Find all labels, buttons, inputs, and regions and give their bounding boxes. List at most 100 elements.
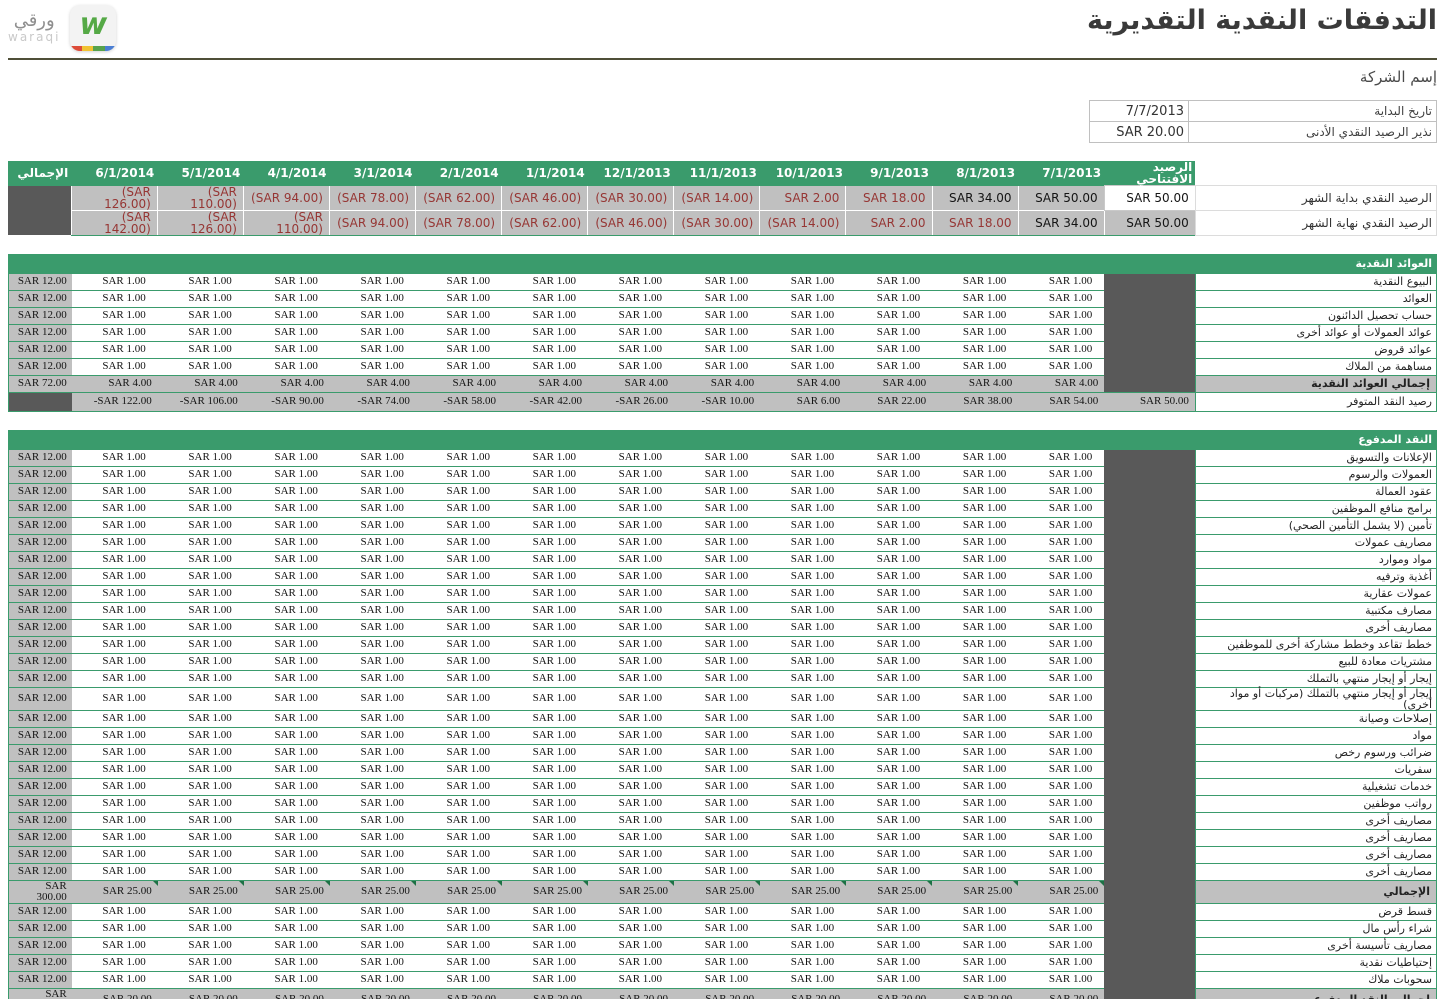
month-input-cell[interactable]: SAR 1.00 (588, 568, 674, 585)
month-input-cell[interactable]: SAR 1.00 (588, 551, 674, 568)
month-input-cell[interactable]: SAR 1.00 (330, 778, 416, 795)
month-input-cell[interactable]: SAR 1.00 (416, 727, 502, 744)
month-input-cell[interactable]: SAR 1.00 (330, 710, 416, 727)
month-input-cell[interactable]: SAR 1.00 (72, 920, 158, 937)
month-input-cell[interactable]: SAR 1.00 (416, 585, 502, 602)
month-input-cell[interactable]: SAR 1.00 (760, 903, 846, 920)
month-input-cell[interactable]: SAR 1.00 (760, 778, 846, 795)
month-input-cell[interactable]: SAR 1.00 (588, 670, 674, 687)
month-input-cell[interactable]: SAR 1.00 (502, 795, 588, 812)
month-input-cell[interactable]: SAR 1.00 (502, 636, 588, 653)
month-input-cell[interactable]: SAR 1.00 (72, 517, 158, 534)
month-input-cell[interactable]: SAR 1.00 (1018, 307, 1104, 324)
month-input-cell[interactable]: SAR 1.00 (932, 568, 1018, 585)
month-input-cell[interactable]: SAR 1.00 (932, 744, 1018, 761)
month-input-cell[interactable]: SAR 1.00 (158, 727, 244, 744)
month-input-cell[interactable]: SAR 1.00 (932, 273, 1018, 290)
month-input-cell[interactable]: SAR 1.00 (244, 920, 330, 937)
month-input-cell[interactable]: SAR 1.00 (846, 903, 932, 920)
month-input-cell[interactable]: SAR 1.00 (72, 653, 158, 670)
month-input-cell[interactable]: SAR 1.00 (932, 971, 1018, 988)
month-input-cell[interactable]: SAR 1.00 (158, 846, 244, 863)
month-input-cell[interactable]: SAR 1.00 (846, 324, 932, 341)
month-input-cell[interactable]: SAR 1.00 (846, 307, 932, 324)
month-input-cell[interactable]: SAR 1.00 (1018, 449, 1104, 466)
month-input-cell[interactable]: SAR 1.00 (330, 466, 416, 483)
month-input-cell[interactable]: SAR 1.00 (244, 358, 330, 375)
month-input-cell[interactable]: SAR 1.00 (502, 483, 588, 500)
month-input-cell[interactable]: SAR 1.00 (1018, 903, 1104, 920)
month-input-cell[interactable]: SAR 1.00 (330, 829, 416, 846)
month-input-cell[interactable]: SAR 1.00 (502, 727, 588, 744)
month-input-cell[interactable]: SAR 1.00 (674, 920, 760, 937)
month-input-cell[interactable]: SAR 1.00 (588, 636, 674, 653)
month-input-cell[interactable]: SAR 1.00 (760, 449, 846, 466)
month-input-cell[interactable]: SAR 1.00 (932, 954, 1018, 971)
month-input-cell[interactable]: SAR 1.00 (588, 307, 674, 324)
month-input-cell[interactable]: SAR 1.00 (158, 653, 244, 670)
month-input-cell[interactable]: SAR 1.00 (760, 636, 846, 653)
month-input-cell[interactable]: SAR 1.00 (674, 744, 760, 761)
month-input-cell[interactable]: SAR 1.00 (244, 341, 330, 358)
month-input-cell[interactable]: SAR 1.00 (588, 273, 674, 290)
month-input-cell[interactable]: SAR 1.00 (846, 846, 932, 863)
month-input-cell[interactable]: SAR 1.00 (416, 954, 502, 971)
month-input-cell[interactable]: SAR 1.00 (502, 341, 588, 358)
month-input-cell[interactable]: SAR 1.00 (846, 795, 932, 812)
month-input-cell[interactable]: SAR 1.00 (502, 687, 588, 710)
month-input-cell[interactable]: SAR 1.00 (846, 551, 932, 568)
month-input-cell[interactable]: SAR 1.00 (244, 812, 330, 829)
month-input-cell[interactable]: SAR 1.00 (846, 829, 932, 846)
month-input-cell[interactable]: SAR 1.00 (72, 307, 158, 324)
month-input-cell[interactable]: SAR 1.00 (932, 551, 1018, 568)
month-input-cell[interactable]: SAR 1.00 (1018, 653, 1104, 670)
month-input-cell[interactable]: SAR 1.00 (588, 653, 674, 670)
month-input-cell[interactable]: SAR 1.00 (416, 341, 502, 358)
month-input-cell[interactable]: SAR 1.00 (244, 307, 330, 324)
month-input-cell[interactable]: SAR 1.00 (1018, 846, 1104, 863)
month-input-cell[interactable]: SAR 1.00 (846, 500, 932, 517)
month-input-cell[interactable]: SAR 1.00 (674, 273, 760, 290)
month-input-cell[interactable]: SAR 1.00 (158, 341, 244, 358)
month-input-cell[interactable]: SAR 1.00 (244, 670, 330, 687)
month-input-cell[interactable]: SAR 1.00 (416, 846, 502, 863)
month-input-cell[interactable]: SAR 1.00 (760, 483, 846, 500)
month-input-cell[interactable]: SAR 1.00 (674, 846, 760, 863)
month-input-cell[interactable]: SAR 1.00 (1018, 341, 1104, 358)
month-input-cell[interactable]: SAR 1.00 (588, 920, 674, 937)
month-input-cell[interactable]: SAR 1.00 (502, 619, 588, 636)
month-input-cell[interactable]: SAR 1.00 (330, 636, 416, 653)
month-input-cell[interactable]: SAR 1.00 (416, 551, 502, 568)
month-input-cell[interactable]: SAR 1.00 (244, 466, 330, 483)
month-input-cell[interactable]: SAR 1.00 (932, 602, 1018, 619)
month-input-cell[interactable]: SAR 1.00 (760, 619, 846, 636)
month-input-cell[interactable]: SAR 1.00 (588, 449, 674, 466)
month-input-cell[interactable]: SAR 1.00 (244, 937, 330, 954)
month-input-cell[interactable]: SAR 1.00 (760, 727, 846, 744)
month-input-cell[interactable]: SAR 1.00 (330, 585, 416, 602)
month-input-cell[interactable]: SAR 1.00 (330, 653, 416, 670)
month-input-cell[interactable]: SAR 1.00 (416, 710, 502, 727)
month-input-cell[interactable]: SAR 1.00 (244, 727, 330, 744)
month-input-cell[interactable]: SAR 1.00 (330, 920, 416, 937)
month-input-cell[interactable]: SAR 1.00 (72, 324, 158, 341)
month-input-cell[interactable]: SAR 1.00 (244, 710, 330, 727)
month-input-cell[interactable]: SAR 1.00 (72, 341, 158, 358)
month-input-cell[interactable]: SAR 1.00 (1018, 778, 1104, 795)
month-input-cell[interactable]: SAR 1.00 (588, 619, 674, 636)
month-input-cell[interactable]: SAR 1.00 (674, 483, 760, 500)
month-input-cell[interactable]: SAR 1.00 (330, 727, 416, 744)
month-input-cell[interactable]: SAR 1.00 (846, 341, 932, 358)
month-input-cell[interactable]: SAR 1.00 (1018, 619, 1104, 636)
month-input-cell[interactable]: SAR 1.00 (1018, 971, 1104, 988)
month-input-cell[interactable]: SAR 1.00 (502, 358, 588, 375)
month-input-cell[interactable]: SAR 1.00 (502, 954, 588, 971)
month-input-cell[interactable]: SAR 1.00 (760, 273, 846, 290)
month-input-cell[interactable]: SAR 1.00 (502, 971, 588, 988)
month-input-cell[interactable]: SAR 1.00 (932, 829, 1018, 846)
month-input-cell[interactable]: SAR 1.00 (588, 602, 674, 619)
month-input-cell[interactable]: SAR 1.00 (416, 449, 502, 466)
month-input-cell[interactable]: SAR 1.00 (1018, 483, 1104, 500)
month-input-cell[interactable]: SAR 1.00 (846, 653, 932, 670)
month-input-cell[interactable]: SAR 1.00 (502, 920, 588, 937)
